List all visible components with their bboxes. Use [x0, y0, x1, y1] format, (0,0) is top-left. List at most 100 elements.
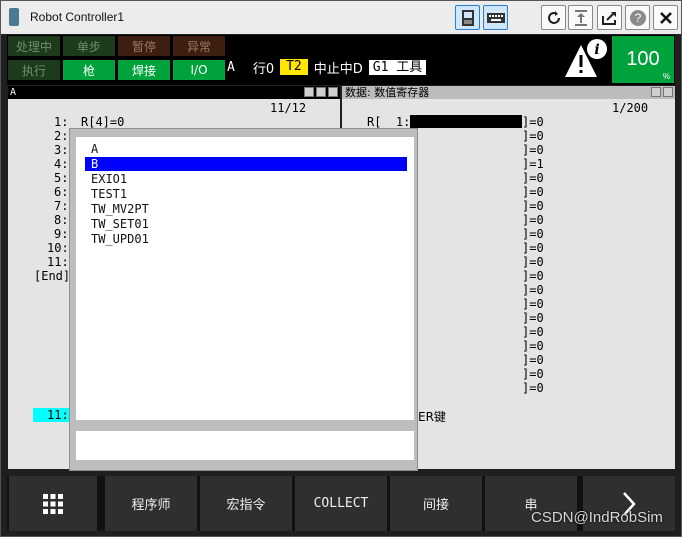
zoom-icon[interactable] — [304, 87, 314, 97]
export-button[interactable] — [597, 5, 622, 30]
register-value[interactable]: ]=0 — [522, 115, 544, 129]
list-icon[interactable] — [316, 87, 326, 97]
line-number: 8: — [54, 213, 69, 227]
register-value[interactable]: ]=1 — [522, 157, 544, 171]
app-icon — [9, 8, 19, 26]
program-list-item[interactable]: A — [85, 142, 407, 156]
group-tool: G1 工具 — [368, 59, 427, 75]
line-number: 3: — [54, 143, 69, 157]
export-icon — [601, 11, 616, 25]
f4-indirect-button[interactable]: 间接 — [390, 476, 482, 531]
line-number: 7: — [54, 199, 69, 213]
panel-header-icons — [304, 87, 338, 97]
watermark-text: CSDN@IndRobSim — [531, 509, 663, 526]
refresh-button[interactable] — [541, 5, 566, 30]
teach-pendant-icon — [461, 9, 474, 26]
register-value[interactable]: ]=0 — [522, 143, 544, 157]
mode-line: A 行0 T2 中止中D G1 工具 — [227, 57, 427, 77]
maximize-icon[interactable] — [663, 87, 673, 97]
register-panel-title: 数据: 数值寄存器 — [345, 86, 430, 99]
program-list-item[interactable]: EXIO1 — [85, 172, 407, 186]
register-comment-field[interactable] — [410, 115, 522, 128]
register-panel-header: 数据: 数值寄存器 — [342, 86, 675, 99]
indicator-weld: 焊接 — [118, 60, 170, 80]
register-header-icons — [651, 87, 673, 97]
prompt-hint: ER键 — [418, 410, 446, 424]
title-bar: Robot Controller1 ? — [1, 1, 681, 34]
register-value[interactable]: ]=0 — [522, 353, 544, 367]
program-select-dialog[interactable]: A B EXIO1 TEST1 TW_MV2PT TW_SET01 TW_UPD… — [69, 128, 418, 471]
indicator-fault: 异常 — [173, 36, 225, 56]
register-value[interactable]: ]=0 — [522, 367, 544, 381]
register-value[interactable]: ]=0 — [522, 255, 544, 269]
f2-macro-button[interactable]: 宏指令 — [200, 476, 292, 531]
program-panel-title: A — [10, 87, 17, 98]
zoom-icon[interactable] — [651, 87, 661, 97]
svg-text:i: i — [594, 42, 599, 58]
indicator-io: I/O — [173, 60, 225, 80]
program-list-item[interactable]: TW_SET01 — [85, 217, 407, 231]
register-value[interactable]: ]=0 — [522, 283, 544, 297]
line-number: 9: — [54, 227, 69, 241]
speed-override[interactable]: 100 % — [612, 36, 674, 83]
register-position: 1/200 — [612, 101, 649, 115]
keyboard-icon — [486, 12, 505, 23]
indicator-hold: 暂停 — [118, 36, 170, 56]
teach-pendant-button[interactable] — [455, 5, 480, 30]
line-number: 2: — [54, 129, 69, 143]
line-number: 行0 — [252, 61, 275, 77]
jog-button[interactable] — [568, 5, 593, 30]
register-value[interactable]: ]=0 — [522, 311, 544, 325]
close-button[interactable] — [653, 5, 678, 30]
menu-button[interactable] — [9, 476, 97, 531]
override-unit: % — [662, 72, 670, 81]
register-value[interactable]: ]=0 — [522, 381, 544, 395]
program-list-item-selected[interactable]: B — [85, 157, 407, 171]
line-number: 1: — [54, 115, 69, 129]
line-number: 6: — [54, 185, 69, 199]
cursor-line-number: 11: — [33, 408, 69, 422]
indicator-run: 执行 — [8, 60, 60, 80]
program-name: A — [227, 59, 235, 75]
mode-badge: T2 — [280, 59, 308, 75]
program-list-item[interactable]: TW_MV2PT — [85, 202, 407, 216]
program-list-item[interactable]: TEST1 — [85, 187, 407, 201]
indicator-gun: 枪 — [63, 60, 115, 80]
program-state: 中止中D — [313, 61, 363, 77]
line-end-marker: [End] — [34, 269, 71, 283]
robot-controller-window: Robot Controller1 ? 处理中 单步 暂停 异常 执行 枪 焊接 — [0, 0, 682, 537]
register-value[interactable]: ]=0 — [522, 297, 544, 311]
register-value[interactable]: ]=0 — [522, 213, 544, 227]
register-value[interactable]: ]=0 — [522, 171, 544, 185]
jog-icon — [574, 9, 587, 26]
indicator-busy: 处理中 — [8, 36, 60, 56]
register-value[interactable]: ]=0 — [522, 185, 544, 199]
line-number: 10: — [47, 241, 69, 255]
register-value[interactable]: ]=0 — [522, 199, 544, 213]
line-text[interactable]: R[4]=0 — [81, 115, 124, 129]
window-title: Robot Controller1 — [30, 10, 125, 24]
override-value: 100 — [626, 48, 660, 70]
warning-info-icon[interactable]: i — [563, 37, 609, 81]
register-value[interactable]: ]=0 — [522, 227, 544, 241]
f3-collect-button[interactable]: COLLECT — [295, 476, 387, 531]
line-number: 11: — [47, 255, 69, 269]
register-row-label: R[ 1: — [367, 115, 411, 129]
maximize-icon[interactable] — [328, 87, 338, 97]
refresh-icon — [547, 10, 560, 24]
help-button[interactable]: ? — [625, 5, 650, 30]
program-list-item[interactable]: TW_UPD01 — [85, 232, 407, 246]
register-value[interactable]: ]=0 — [522, 241, 544, 255]
line-number: 5: — [54, 171, 69, 185]
keyboard-button[interactable] — [483, 5, 508, 30]
program-panel-header: A — [8, 86, 340, 99]
register-value[interactable]: ]=0 — [522, 269, 544, 283]
dialog-input-field[interactable] — [76, 431, 414, 460]
help-icon: ? — [629, 9, 646, 26]
svg-text:?: ? — [634, 11, 641, 25]
register-value[interactable]: ]=0 — [522, 325, 544, 339]
register-value[interactable]: ]=0 — [522, 129, 544, 143]
register-value[interactable]: ]=0 — [522, 339, 544, 353]
program-list[interactable]: A B EXIO1 TEST1 TW_MV2PT TW_SET01 TW_UPD… — [76, 137, 414, 420]
f1-programmer-button[interactable]: 程序师 — [105, 476, 197, 531]
